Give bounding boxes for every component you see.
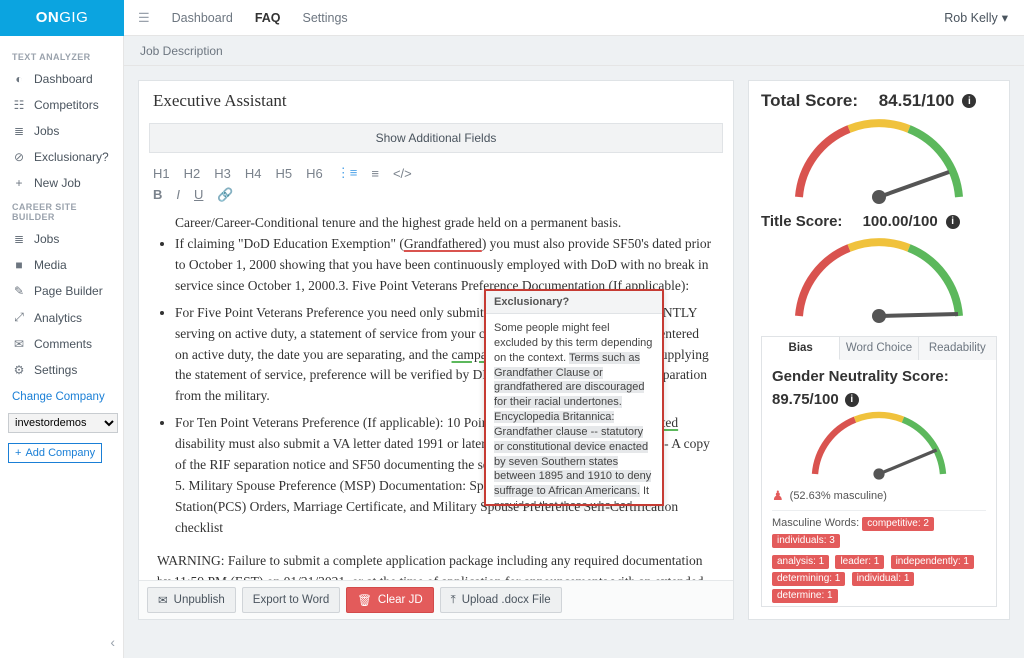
mail-icon: ✉: [158, 593, 168, 607]
sidebar-section-text-analyzer: TEXT ANALYZER: [0, 46, 123, 66]
tab-readability[interactable]: Readability: [919, 337, 996, 360]
breadcrumb: Job Description: [124, 36, 1024, 66]
media-icon: ■: [12, 258, 26, 272]
comments-icon: ✉: [12, 337, 26, 351]
sidebar-item-jobs[interactable]: ≣Jobs: [0, 118, 123, 144]
pencil-icon: ✎: [12, 284, 26, 298]
total-score-title: Total Score: 84.51/100 i: [761, 91, 997, 111]
list-item: If claiming "DoD Education Exemption" (G…: [175, 234, 715, 297]
info-icon[interactable]: i: [845, 393, 859, 407]
sidebar-section-career-site: CAREER SITE BUILDER: [0, 196, 123, 226]
gender-gauge: [799, 410, 959, 482]
gender-neutrality-title: Gender Neutrality Score: 89.75/100 i: [772, 368, 986, 408]
unpublish-button[interactable]: ✉Unpublish: [147, 587, 236, 613]
editor-card: Executive Assistant Show Additional Fiel…: [138, 80, 734, 620]
exclusionary-popover: Exclusionary? Some people might feel exc…: [484, 289, 664, 506]
editor-text: Career/Career-Conditional tenure and the…: [175, 213, 715, 234]
user-menu[interactable]: Rob Kelly▾: [928, 10, 1024, 25]
person-icon: ♟: [772, 488, 784, 504]
word-pill[interactable]: leader: 1: [835, 555, 884, 569]
sidebar-item-cs-jobs[interactable]: ≣Jobs: [0, 226, 123, 252]
score-panel: Total Score: 84.51/100 i Title Score: 10…: [748, 80, 1010, 620]
gear-icon: ⚙: [12, 363, 26, 377]
tab-bias[interactable]: Bias: [762, 337, 840, 360]
add-company-button[interactable]: +Add Company: [8, 443, 102, 463]
sidebar: TEXT ANALYZER ◐Dashboard ☷Competitors ≣J…: [0, 36, 124, 658]
dashboard-icon: ◐: [12, 72, 26, 86]
numbered-list-icon[interactable]: ≡: [371, 166, 379, 181]
title-score-title: Title Score: 100.00/100 i: [761, 213, 997, 230]
top-nav: Dashboard FAQ Settings: [172, 11, 348, 25]
popover-body: Some people might feel excluded by this …: [486, 314, 662, 504]
upload-docx-button[interactable]: ⤒Upload .docx File: [440, 587, 562, 613]
heading-h4[interactable]: H4: [245, 166, 262, 181]
sidebar-item-competitors[interactable]: ☷Competitors: [0, 92, 123, 118]
sidebar-item-media[interactable]: ■Media: [0, 252, 123, 278]
chevron-down-icon: ▾: [1002, 10, 1008, 25]
brand-logo: ONGIG: [0, 0, 124, 36]
word-pill[interactable]: competitive: 2: [862, 517, 934, 531]
job-title: Executive Assistant: [153, 91, 719, 111]
trash-icon: 🗑: [357, 593, 372, 607]
company-select[interactable]: investordemos: [8, 413, 118, 433]
info-icon[interactable]: i: [946, 215, 960, 229]
masculine-words-block: Masculine Words: competitive: 2 individu…: [772, 510, 986, 607]
tab-dashboard[interactable]: Dashboard: [172, 11, 233, 25]
word-pill[interactable]: determine: 1: [772, 589, 838, 603]
word-pill[interactable]: individual: 1: [852, 572, 915, 586]
sidebar-collapse[interactable]: ‹: [110, 634, 115, 650]
plus-icon: +: [15, 447, 21, 459]
list-icon: ≣: [12, 232, 26, 246]
show-additional-fields-button[interactable]: Show Additional Fields: [149, 123, 723, 153]
editor-footer: ✉Unpublish Export to Word 🗑Clear JD ⤒Upl…: [139, 580, 733, 619]
plus-icon: +: [12, 176, 26, 190]
list-icon: ≣: [12, 124, 26, 138]
word-pill[interactable]: independently: 1: [891, 555, 974, 569]
export-word-button[interactable]: Export to Word: [242, 587, 341, 613]
sidebar-item-settings[interactable]: ⚙Settings: [0, 357, 123, 383]
heading-h1[interactable]: H1: [153, 166, 170, 181]
upload-icon: ⤒: [451, 594, 456, 607]
heading-h2[interactable]: H2: [184, 166, 201, 181]
word-pill[interactable]: analysis: 1: [772, 555, 829, 569]
sidebar-toggle[interactable]: ☰: [124, 10, 164, 26]
title-score-gauge: [779, 236, 979, 326]
code-icon[interactable]: </>: [393, 166, 412, 181]
exclusionary-icon: ⊘: [12, 150, 26, 164]
analytics-icon: ⤢: [12, 310, 26, 325]
sidebar-item-new-job[interactable]: +New Job: [0, 170, 123, 196]
tab-settings[interactable]: Settings: [303, 11, 348, 25]
info-icon[interactable]: i: [962, 94, 976, 108]
tab-word-choice[interactable]: Word Choice: [840, 337, 918, 360]
heading-h3[interactable]: H3: [214, 166, 231, 181]
italic-icon[interactable]: I: [176, 187, 180, 203]
popover-title: Exclusionary?: [486, 291, 662, 314]
clear-jd-button[interactable]: 🗑Clear JD: [346, 587, 433, 613]
sidebar-item-dashboard[interactable]: ◐Dashboard: [0, 66, 123, 92]
editor-text: WARNING: Failure to submit a complete ap…: [157, 551, 715, 580]
people-icon: ☷: [12, 98, 26, 112]
tab-faq[interactable]: FAQ: [255, 11, 281, 25]
word-pill[interactable]: determining: 1: [772, 572, 845, 586]
underline-icon[interactable]: U: [194, 187, 203, 203]
link-icon[interactable]: 🔗: [217, 187, 233, 203]
flagged-word-grandfathered[interactable]: Grandfathered: [404, 236, 482, 251]
change-company-link[interactable]: Change Company: [0, 383, 123, 411]
bold-icon[interactable]: B: [153, 187, 162, 203]
score-tabs: Bias Word Choice Readability: [761, 336, 997, 360]
sidebar-item-analytics[interactable]: ⤢Analytics: [0, 304, 123, 331]
total-score-gauge: [779, 117, 979, 207]
editor-toolbar: H1 H2 H3 H4 H5 H6 ⋮≡ ≡ </>: [139, 161, 733, 187]
bullet-list-icon[interactable]: ⋮≡: [337, 165, 358, 181]
sidebar-item-page-builder[interactable]: ✎Page Builder: [0, 278, 123, 304]
sidebar-item-comments[interactable]: ✉Comments: [0, 331, 123, 357]
masculine-pct: ♟ (52.63% masculine): [772, 488, 986, 504]
sidebar-item-exclusionary[interactable]: ⊘Exclusionary?: [0, 144, 123, 170]
heading-h6[interactable]: H6: [306, 166, 323, 181]
word-pill[interactable]: individuals: 3: [772, 534, 840, 548]
heading-h5[interactable]: H5: [276, 166, 293, 181]
